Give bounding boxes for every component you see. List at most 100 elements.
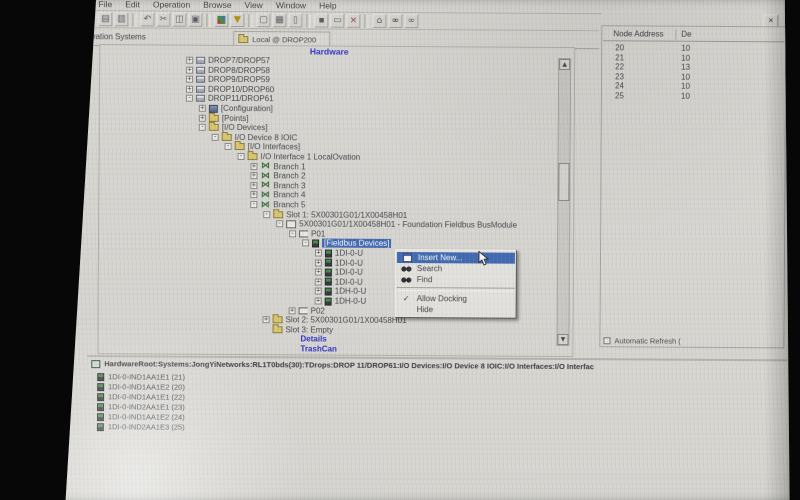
copy-icon[interactable]: ◫ (172, 13, 186, 27)
tree-expander[interactable]: + (250, 163, 257, 170)
result-item[interactable]: 1DI-0-IND1AA1E1 (21) (97, 372, 185, 382)
preview-icon[interactable]: ▥ (114, 12, 128, 26)
column-device[interactable]: De (681, 30, 691, 39)
tree-row[interactable]: Slot 3: Empty (262, 325, 333, 334)
tree-expander[interactable]: - (212, 134, 219, 141)
tree-row[interactable]: +⋈Branch 4 (250, 190, 305, 199)
tree-expander[interactable]: - (289, 230, 296, 237)
tree-row[interactable]: +1DH-0-U (315, 296, 367, 305)
vertical-scrollbar[interactable]: ▲ ▼ (556, 58, 571, 346)
tree-row[interactable]: +[Points] (199, 113, 249, 122)
tree-row[interactable]: TrashCan (300, 344, 337, 353)
tree-expander[interactable]: + (263, 316, 270, 323)
tree-row[interactable]: +1DI-0-U (315, 248, 363, 257)
tree-row[interactable]: +1DI-0-U (315, 268, 363, 277)
tree-row[interactable]: +⋈Branch 2 (250, 171, 305, 180)
menu-item-search[interactable]: Search (396, 263, 516, 275)
tree-expander[interactable]: - (238, 153, 245, 160)
binoculars-icon[interactable]: ∞ (388, 14, 402, 28)
tree-expander[interactable]: - (276, 220, 283, 227)
tree-row[interactable]: +⋈Branch 3 (250, 181, 305, 190)
new-icon[interactable]: ▢ (256, 13, 270, 27)
tree-expander[interactable]: + (315, 249, 322, 256)
cut-icon[interactable]: ✂ (156, 13, 170, 27)
frame-icon[interactable]: ▭ (330, 14, 344, 28)
undo-icon[interactable]: ↶ (140, 12, 154, 26)
open-icon[interactable]: ▦ (272, 13, 286, 27)
tree-expander[interactable]: + (186, 66, 193, 73)
tree-expander[interactable]: + (315, 297, 322, 304)
table-row[interactable]: 2213 (603, 62, 784, 72)
tree-expander[interactable]: + (199, 105, 206, 112)
tree-row[interactable]: +DROP7/DROP57 (186, 56, 270, 66)
column-node-address[interactable]: Node Address (613, 29, 663, 38)
tree-expander[interactable]: + (315, 288, 322, 295)
menu-item-operation[interactable]: Operation (152, 0, 191, 10)
tree-expander[interactable]: + (315, 278, 322, 285)
table-row[interactable]: 2410 (603, 81, 784, 91)
print-icon[interactable]: ▤ (98, 12, 112, 26)
clipboard-icon[interactable]: ▯ (288, 13, 302, 27)
paste-icon[interactable]: ▣ (188, 13, 202, 27)
tree-expander[interactable]: - (250, 201, 257, 208)
scroll-up-icon[interactable]: ▲ (559, 59, 570, 70)
tree-expander[interactable]: - (302, 240, 309, 247)
menu-item-help[interactable]: Help (318, 0, 338, 10)
menu-item-view[interactable]: View (244, 0, 264, 10)
tree-expander[interactable]: + (250, 191, 257, 198)
tree-row[interactable]: +DROP9/DROP59 (186, 75, 270, 85)
tree-expander[interactable]: + (186, 57, 193, 64)
tree-row[interactable]: -DROP11/DROP61 (186, 94, 274, 104)
menu-item-find[interactable]: Find (396, 274, 516, 286)
delete-x-icon[interactable]: × (346, 14, 360, 28)
table-row[interactable]: 2510 (603, 91, 784, 101)
result-item[interactable]: 1DI-0-IND2AA1E3 (25) (97, 422, 185, 432)
tree-expander[interactable]: - (199, 124, 206, 131)
tree-expander[interactable]: - (225, 143, 232, 150)
tree-expander[interactable]: + (186, 85, 193, 92)
tree-row[interactable]: -[Fieldbus Devices] (302, 239, 391, 249)
result-item[interactable]: 1DI-0-IND2AA1E1 (23) (97, 402, 185, 412)
tree-row[interactable]: -[I/O Devices] (199, 123, 268, 132)
scrollbar-thumb[interactable] (558, 163, 569, 201)
tree-row[interactable]: +DROP10/DROP60 (186, 84, 274, 94)
table-row[interactable]: 2310 (603, 72, 784, 82)
menu-item-file[interactable]: File (97, 0, 113, 9)
scroll-down-icon[interactable]: ▼ (557, 334, 568, 345)
tree-row[interactable]: -Slot 1: 5X00301G01/1X00458H01 (263, 210, 407, 220)
tree-row[interactable]: +Slot 2: 5X00301G01/1X00458H01 (263, 315, 407, 325)
tree-row[interactable]: +DROP8/DROP58 (186, 65, 270, 75)
search-icon[interactable]: ∞ (404, 14, 418, 28)
menu-item-insert-new-[interactable]: Insert New... (397, 252, 515, 264)
menu-item-allow-docking[interactable]: ✓Allow Docking (396, 293, 516, 305)
tree-expander[interactable]: + (289, 307, 296, 314)
tree-expander[interactable]: + (199, 114, 206, 121)
menu-item-hide[interactable]: Hide (396, 304, 516, 316)
filter-funnel-icon[interactable]: ▼ (230, 13, 244, 27)
tree-row[interactable]: -I/O Device 8 IOIC (212, 133, 298, 143)
menu-item-browse[interactable]: Browse (202, 0, 232, 10)
camera-icon[interactable]: ▪ (314, 13, 328, 27)
tree-row[interactable]: +⋈Branch 1 (250, 162, 305, 171)
tree-row[interactable]: -[I/O Interfaces] (225, 142, 301, 151)
tree-expander[interactable]: - (186, 95, 193, 102)
tree-expander[interactable]: + (315, 269, 322, 276)
palette-icon[interactable] (214, 13, 228, 27)
table-row[interactable]: 2010 (603, 43, 784, 53)
tree-expander[interactable]: + (250, 182, 257, 189)
result-item[interactable]: 1DI-0-IND1AA1E2 (24) (97, 412, 185, 422)
result-item[interactable]: 1DI-0-IND1AA1E1 (22) (97, 392, 185, 402)
tree-row[interactable]: Details (300, 335, 326, 344)
table-row[interactable]: 2110 (603, 53, 784, 63)
tree-expander[interactable]: + (250, 172, 257, 179)
tree-row[interactable]: +1DI-0-U (315, 258, 363, 267)
tree-row[interactable]: -I/O Interface 1 LocalOvation (238, 152, 361, 162)
result-item[interactable]: 1DI-0-IND1AA1E2 (20) (97, 382, 185, 392)
tree-expander[interactable]: - (263, 211, 270, 218)
tree-expander[interactable]: + (315, 259, 322, 266)
tree-row[interactable]: -P01 (289, 229, 325, 238)
tree-row[interactable]: +1DI-0-U (315, 277, 363, 286)
menu-item-edit[interactable]: Edit (124, 0, 141, 9)
tree-expander[interactable]: + (186, 76, 193, 83)
menu-item-window[interactable]: Window (275, 0, 307, 10)
